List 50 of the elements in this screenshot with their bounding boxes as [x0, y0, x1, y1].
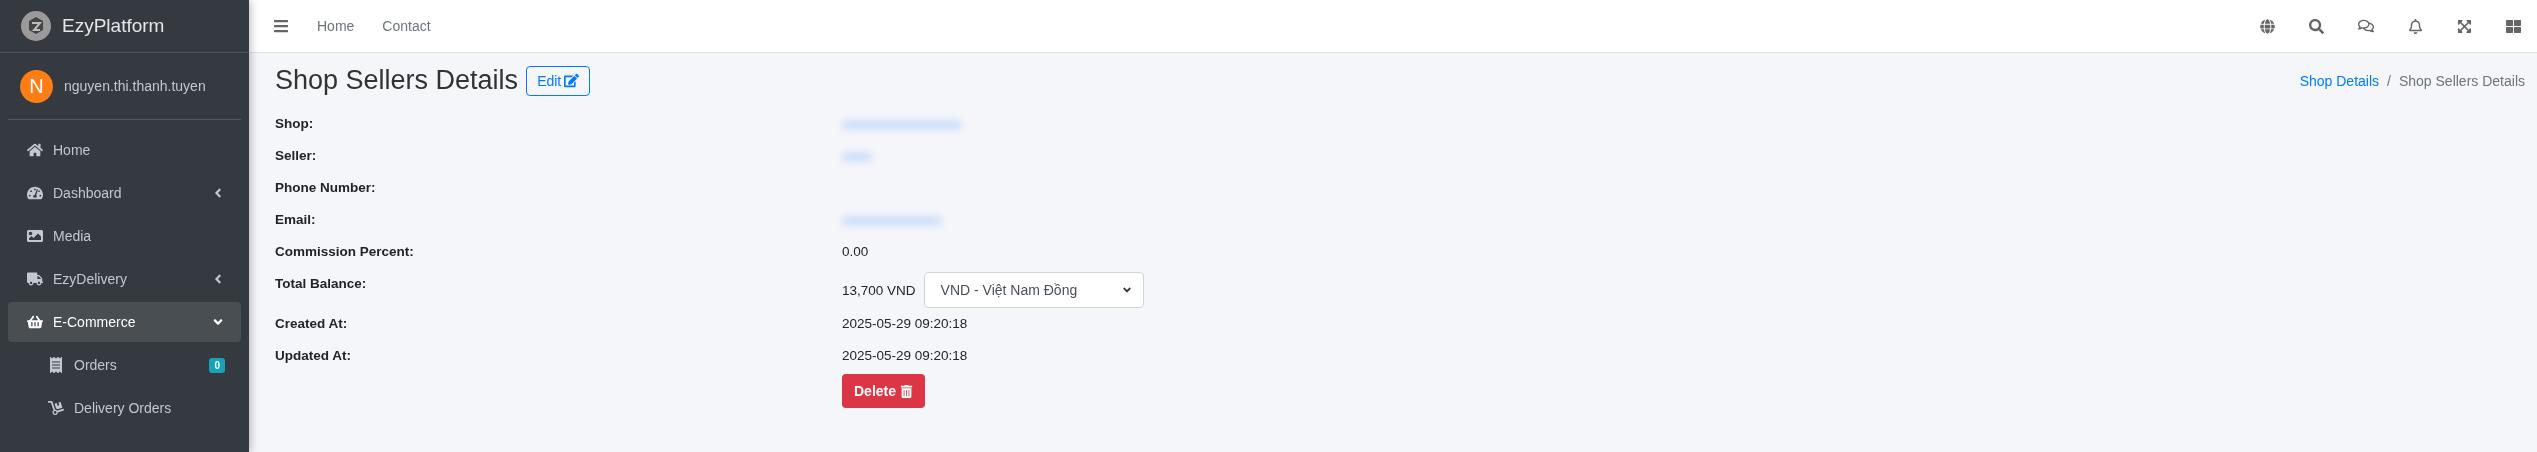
- balance-value: 13,700 VND: [842, 282, 916, 298]
- breadcrumb-link[interactable]: Shop Details: [2299, 72, 2380, 89]
- search-icon[interactable]: [2309, 18, 2324, 34]
- sidebar-item[interactable]: Orders 0: [8, 345, 241, 385]
- nav-link[interactable]: Contact: [382, 18, 431, 34]
- detail-label: Shop:: [275, 115, 315, 133]
- detail-label: Commission Percent:: [275, 243, 415, 261]
- breadcrumb-separator: /: [2387, 72, 2391, 89]
- grid-icon[interactable]: [2506, 18, 2521, 34]
- sidebar-item[interactable]: EzyDelivery: [8, 259, 241, 299]
- detail-value: 2025-05-29 09:20:18: [842, 348, 968, 363]
- detail-label: Total Balance:: [275, 275, 368, 293]
- sidebar-item[interactable]: Home: [8, 130, 241, 170]
- fullscreen-icon[interactable]: [2457, 18, 2472, 34]
- detail-label: Updated At:: [275, 347, 352, 365]
- receipt-icon: [48, 357, 64, 373]
- globe-icon[interactable]: [2260, 18, 2275, 34]
- sidebar-item[interactable]: Dashboard: [8, 173, 241, 213]
- truck-icon: [27, 271, 43, 287]
- detail-value: 2025-05-29 09:20:18: [842, 316, 968, 331]
- delete-button[interactable]: Delete: [842, 374, 926, 408]
- detail-label: Phone Number:: [275, 179, 377, 197]
- sidebar-item[interactable]: Delivery Orders: [8, 388, 241, 428]
- sidebar-item[interactable]: Media: [8, 216, 241, 256]
- image-icon: [27, 228, 43, 244]
- sidebar-item[interactable]: E-Commerce: [8, 302, 241, 342]
- nav-link[interactable]: Home: [317, 18, 355, 34]
- currency-select[interactable]: VND - Việt Nam Đồng: [923, 272, 1144, 308]
- menu-icon[interactable]: [273, 18, 289, 34]
- edit-button[interactable]: Edit: [526, 65, 591, 96]
- brand-name: EzyPlatform: [62, 15, 165, 37]
- detail-value: 0.00: [842, 244, 869, 259]
- detail-label: Seller:: [275, 147, 318, 165]
- basket-icon: [27, 314, 43, 330]
- gauge-icon: [27, 185, 43, 201]
- comments-icon[interactable]: [2358, 18, 2374, 34]
- trash-icon: [900, 384, 914, 398]
- redacted-value: [842, 152, 872, 162]
- breadcrumb-current: Shop Sellers Details: [2398, 72, 2525, 89]
- logo-icon: [20, 10, 52, 42]
- home-icon: [27, 142, 43, 158]
- edit-icon: [564, 73, 580, 88]
- detail-label: Email:: [275, 211, 317, 229]
- user-avatar: N: [20, 69, 53, 103]
- page-title: Shop Sellers Details: [275, 65, 519, 96]
- bell-icon[interactable]: [2408, 18, 2423, 34]
- dolly-icon: [48, 400, 64, 416]
- user-name[interactable]: nguyen.thi.thanh.tuyen: [64, 78, 206, 94]
- detail-label: Created At:: [275, 315, 349, 333]
- count-badge: 0: [209, 357, 225, 373]
